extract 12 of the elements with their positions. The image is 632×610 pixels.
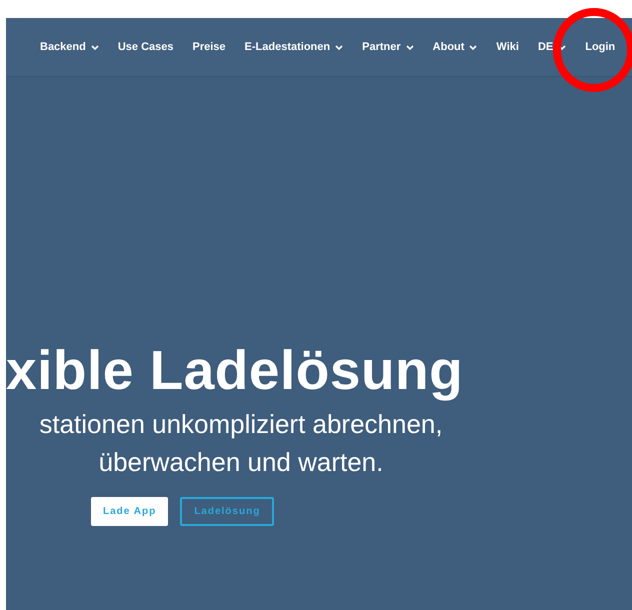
nav-link[interactable]: About [432, 38, 478, 56]
nav-link[interactable]: Backend [40, 38, 99, 56]
hero-subtitle: überwachen und warten. [98, 446, 384, 479]
nav-link[interactable]: Use Cases [118, 38, 174, 56]
nav-link[interactable]: E-Ladestationen [244, 38, 344, 56]
hero-headline: xible Ladelösung [6, 339, 464, 401]
nav-link[interactable]: Wiki [496, 38, 519, 56]
nav-link[interactable]: Login [585, 38, 616, 56]
nav-link[interactable]: Preise [192, 38, 226, 56]
nav-link[interactable]: Partner [362, 38, 414, 56]
nav-link[interactable]: DE [538, 38, 566, 56]
hero-subtitle: stationen unkompliziert abrechnen, [39, 408, 443, 441]
